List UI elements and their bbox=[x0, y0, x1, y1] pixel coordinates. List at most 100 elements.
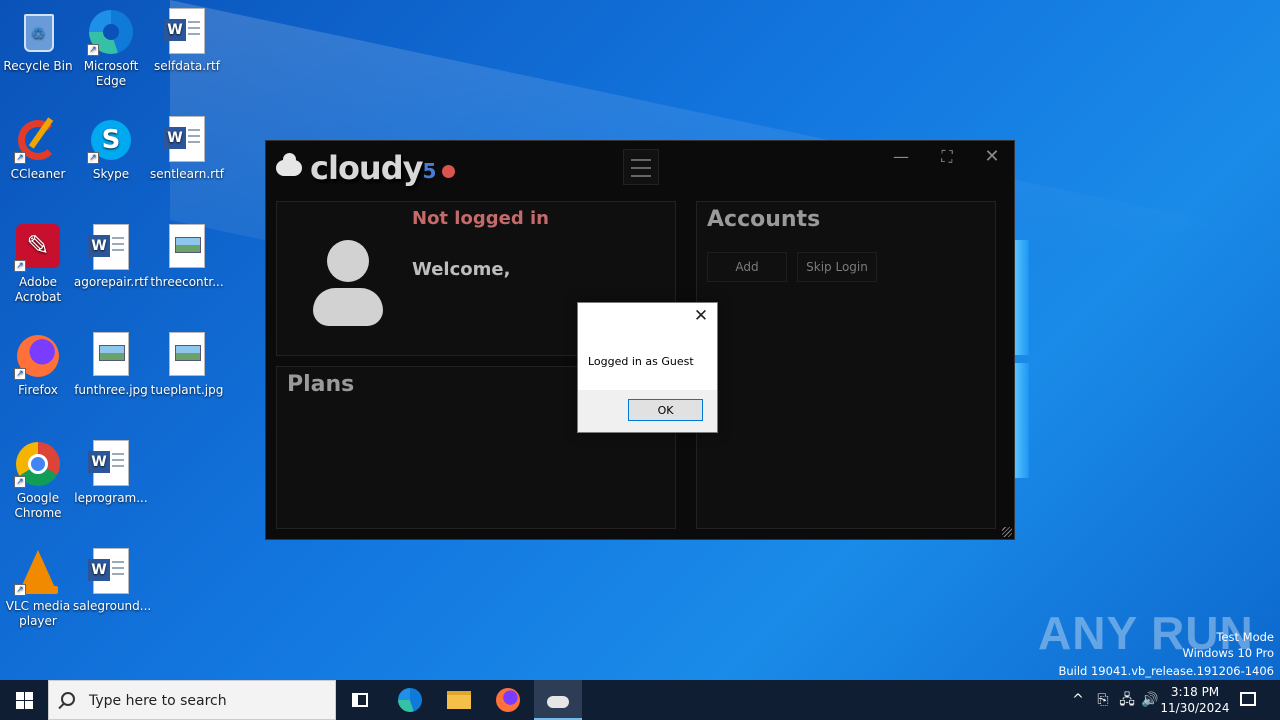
desktop-icon-selfdata[interactable]: W selfdata.rtf bbox=[149, 8, 225, 74]
avatar-icon bbox=[313, 240, 383, 326]
windows-logo-wallpaper bbox=[1015, 240, 1029, 480]
clock[interactable]: 3:18 PM 11/30/2024 bbox=[1160, 684, 1230, 716]
desktop-icon-threecontr[interactable]: threecontr... bbox=[149, 224, 225, 290]
show-hidden-icons-button[interactable]: ^ bbox=[1068, 680, 1088, 720]
icon-label: Microsoft Edge bbox=[83, 59, 139, 88]
search-input[interactable]: Type here to search bbox=[48, 680, 336, 720]
icon-label: tueplant.jpg bbox=[150, 383, 224, 397]
icon-label: Skype bbox=[92, 167, 130, 181]
desktop-icon-firefox[interactable]: ↗ Firefox bbox=[0, 332, 76, 398]
desktop-icon-recycle-bin[interactable]: ♻ Recycle Bin bbox=[0, 8, 76, 74]
icon-label: funthree.jpg bbox=[74, 383, 148, 397]
desktop-icon-sentlearn[interactable]: W sentlearn.rtf bbox=[149, 116, 225, 182]
word-document-icon: W bbox=[87, 440, 135, 488]
start-button[interactable] bbox=[0, 680, 48, 720]
desktop-icon-tueplant[interactable]: tueplant.jpg bbox=[149, 332, 225, 398]
taskbar-edge[interactable] bbox=[386, 680, 434, 720]
word-document-icon: W bbox=[163, 116, 211, 164]
word-document-icon: W bbox=[163, 8, 211, 56]
taskbar-file-explorer[interactable] bbox=[435, 680, 483, 720]
menu-button[interactable] bbox=[623, 149, 659, 185]
cloud-icon bbox=[276, 153, 302, 176]
acrobat-icon: ✎ ↗ bbox=[14, 224, 62, 272]
desktop-icon-google-chrome[interactable]: ↗ Google Chrome bbox=[0, 440, 76, 521]
folder-icon bbox=[447, 691, 471, 709]
resize-grip[interactable] bbox=[1002, 527, 1012, 537]
accounts-title: Accounts bbox=[707, 207, 821, 232]
icon-label: Google Chrome bbox=[14, 491, 62, 520]
icon-label: selfdata.rtf bbox=[154, 59, 220, 73]
minimize-button[interactable]: — bbox=[886, 146, 916, 168]
desktop-icon-adobe-acrobat[interactable]: ✎ ↗ Adobe Acrobat bbox=[0, 224, 76, 305]
icon-label: CCleaner bbox=[10, 167, 66, 181]
firefox-icon: ↗ bbox=[14, 332, 62, 380]
taskbar-cloudy[interactable] bbox=[534, 680, 582, 720]
desktop-icon-funthree[interactable]: funthree.jpg bbox=[73, 332, 149, 398]
image-file-icon bbox=[163, 332, 211, 380]
task-view-button[interactable] bbox=[336, 680, 384, 720]
skype-icon: S ↗ bbox=[87, 116, 135, 164]
task-view-icon bbox=[352, 693, 368, 707]
chrome-icon: ↗ bbox=[14, 440, 62, 488]
ccleaner-icon: ↗ bbox=[14, 116, 62, 164]
taskbar: Type here to search ^ ⎘ 🖧 🔊 3:18 PM 11/3… bbox=[0, 680, 1280, 720]
network-icon[interactable]: 🖧 bbox=[1117, 680, 1137, 720]
vlc-icon: ↗ bbox=[14, 548, 62, 596]
add-account-button[interactable]: Add bbox=[707, 252, 787, 282]
volume-icon[interactable]: 🔊 bbox=[1140, 680, 1160, 720]
desktop-icon-skype[interactable]: S ↗ Skype bbox=[73, 116, 149, 182]
dialog-close-button[interactable]: ✕ bbox=[691, 306, 711, 326]
hamburger-icon bbox=[631, 159, 651, 161]
firefox-icon bbox=[496, 688, 520, 712]
icon-label: Recycle Bin bbox=[3, 59, 73, 73]
clock-time: 3:18 PM bbox=[1170, 685, 1220, 699]
word-document-icon: W bbox=[87, 548, 135, 596]
icon-label: Firefox bbox=[18, 383, 58, 397]
icon-label: agorepair.rtf bbox=[73, 275, 149, 289]
word-document-icon: W bbox=[87, 224, 135, 272]
search-icon bbox=[61, 692, 75, 706]
desktop-icon-microsoft-edge[interactable]: ↗ Microsoft Edge bbox=[73, 8, 149, 89]
desktop-icon-leprogram[interactable]: W leprogram... bbox=[73, 440, 149, 506]
plans-title: Plans bbox=[287, 372, 355, 397]
edge-icon bbox=[398, 688, 422, 712]
brand-version: 5 bbox=[422, 159, 437, 183]
icon-label: saleground... bbox=[73, 599, 152, 613]
icon-label: threecontr... bbox=[150, 275, 224, 289]
dialog-footer: OK bbox=[578, 390, 717, 432]
taskbar-firefox[interactable] bbox=[484, 680, 532, 720]
build-text: Build 19041.vb_release.191206-1406 bbox=[1058, 664, 1274, 678]
welcome-text: Welcome, bbox=[412, 259, 511, 280]
desktop-icon-vlc[interactable]: ↗ VLC media player bbox=[0, 548, 76, 629]
ok-button[interactable]: OK bbox=[628, 399, 703, 421]
image-file-icon bbox=[87, 332, 135, 380]
dialog-message: Logged in as Guest bbox=[588, 355, 694, 368]
close-button[interactable]: ✕ bbox=[977, 146, 1007, 168]
maximize-button[interactable]: ⛶ bbox=[932, 146, 962, 168]
desktop-icon-ccleaner[interactable]: ↗ CCleaner bbox=[0, 116, 76, 182]
notifications-button[interactable] bbox=[1236, 680, 1260, 720]
brand-name: cloudy bbox=[310, 149, 423, 187]
network-adapter-icon[interactable]: ⎘ bbox=[1093, 680, 1113, 720]
message-dialog: ✕ Logged in as Guest OK bbox=[577, 302, 718, 433]
recycle-bin-icon: ♻ bbox=[14, 8, 62, 56]
image-file-icon bbox=[163, 224, 211, 272]
edge-icon: ↗ bbox=[87, 8, 135, 56]
icon-label: Adobe Acrobat bbox=[14, 275, 62, 304]
notification-icon bbox=[1240, 692, 1256, 706]
login-status: Not logged in bbox=[412, 208, 549, 229]
test-mode-text: Test Mode bbox=[1216, 630, 1274, 644]
status-dot bbox=[442, 164, 456, 178]
app-logo: cloudy 5 bbox=[276, 146, 456, 190]
icon-label: VLC media player bbox=[5, 599, 71, 628]
icon-label: sentlearn.rtf bbox=[149, 167, 225, 181]
clock-date: 11/30/2024 bbox=[1160, 701, 1230, 715]
cloud-icon bbox=[547, 696, 569, 708]
accounts-panel: Accounts Add Skip Login bbox=[696, 201, 996, 529]
windows-edition-text: Windows 10 Pro bbox=[1182, 646, 1274, 660]
desktop-icon-saleground[interactable]: W saleground... bbox=[73, 548, 152, 614]
search-placeholder: Type here to search bbox=[89, 693, 227, 709]
skip-login-button[interactable]: Skip Login bbox=[797, 252, 877, 282]
desktop-icon-agorepair[interactable]: W agorepair.rtf bbox=[73, 224, 149, 290]
icon-label: leprogram... bbox=[74, 491, 148, 505]
